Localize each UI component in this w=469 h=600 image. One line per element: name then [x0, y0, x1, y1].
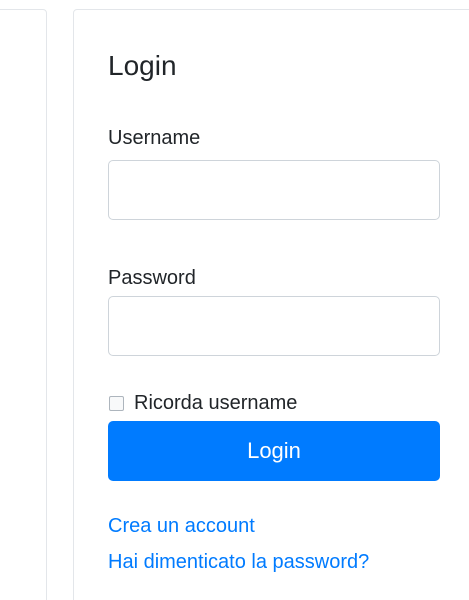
remember-username-label[interactable]: Ricorda username [134, 390, 297, 416]
password-input[interactable] [108, 296, 440, 356]
username-label: Username [108, 127, 201, 149]
remember-username-checkbox[interactable] [109, 395, 124, 411]
page: o Login Username Password Ricorda userna… [0, 0, 469, 600]
remember-username-row[interactable]: Ricorda username [108, 390, 297, 416]
username-input[interactable] [108, 160, 440, 220]
login-card: Login Username Password Ricorda username… [73, 9, 469, 600]
login-title: Login [108, 50, 177, 81]
left-panel: o [0, 9, 47, 600]
forgot-password-link[interactable]: Hai dimenticato la password? [108, 549, 369, 575]
password-label: Password [108, 267, 196, 289]
create-account-link[interactable]: Crea un account [108, 513, 255, 539]
login-button[interactable]: Login [108, 421, 440, 481]
